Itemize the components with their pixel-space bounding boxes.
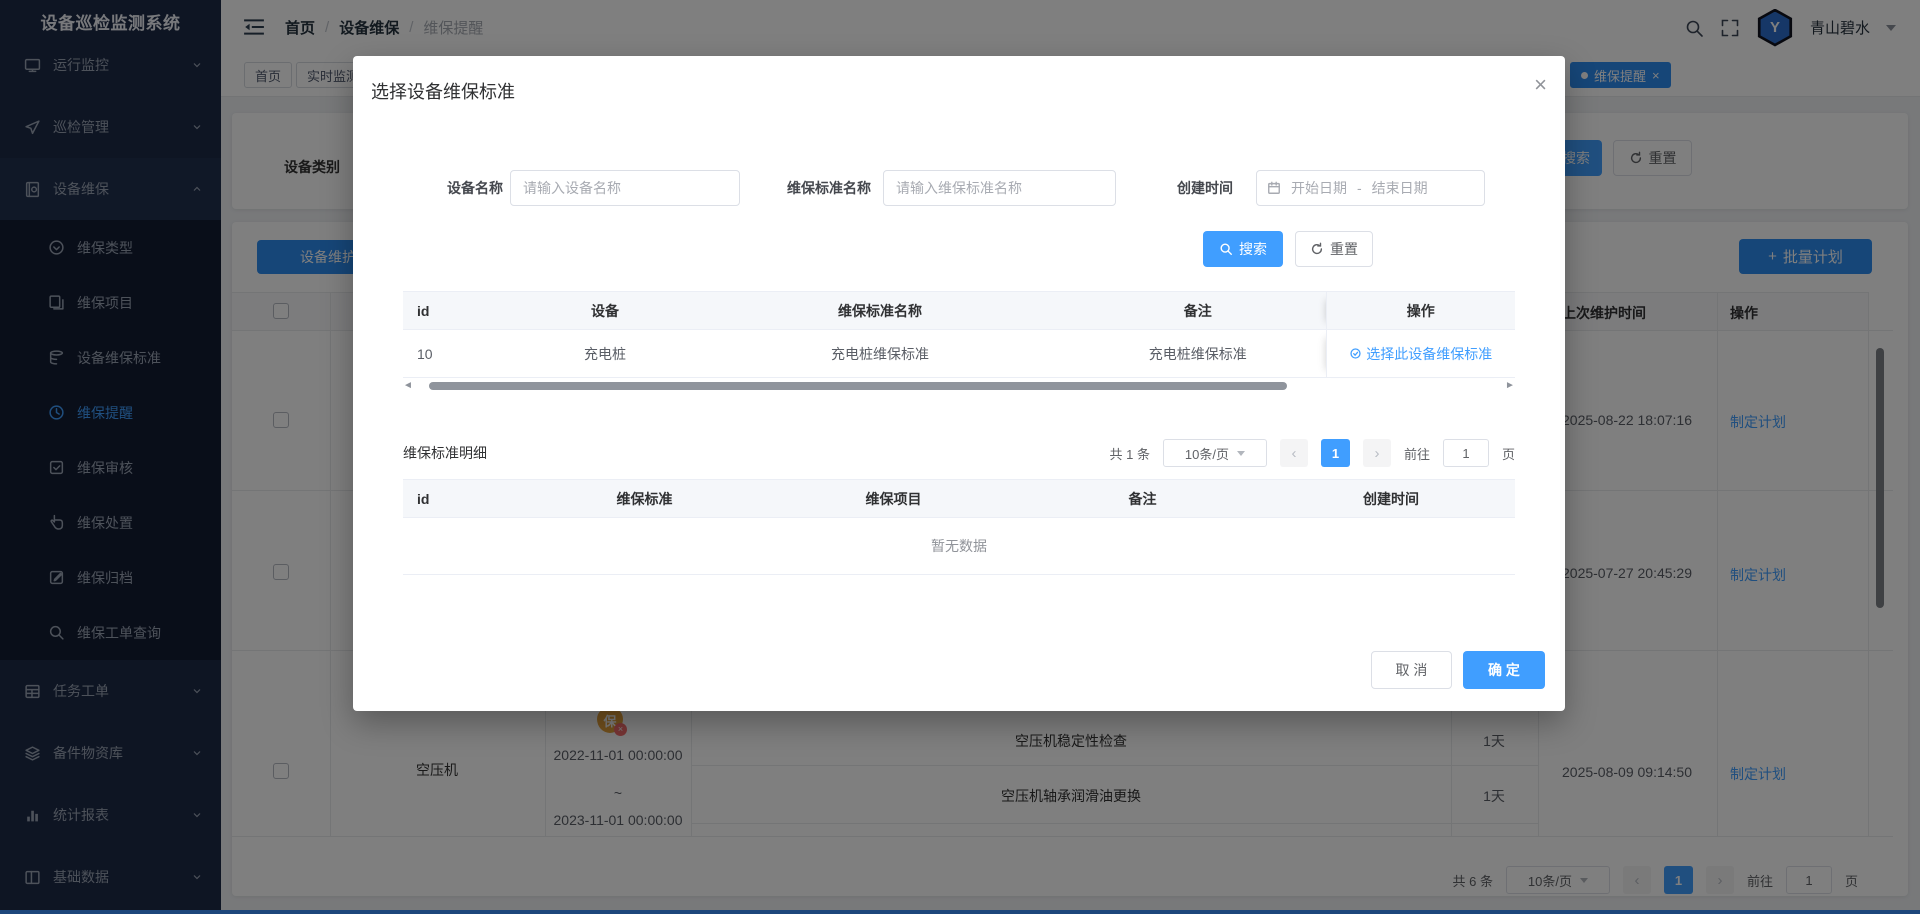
total-count: 共 1 条 bbox=[1110, 444, 1150, 463]
scroll-left-icon[interactable]: ◄ bbox=[403, 379, 413, 393]
horizontal-scrollbar[interactable]: ◄ ► bbox=[403, 379, 1515, 393]
col-create-time: 创建时间 bbox=[1267, 480, 1515, 518]
empty-placeholder: 暂无数据 bbox=[403, 517, 1515, 575]
col-action: 操作 bbox=[1326, 292, 1515, 330]
select-standard-dialog: 选择设备维保标准 × 设备名称 维保标准名称 创建时间 开始日期 - 结束日期 … bbox=[353, 56, 1565, 711]
standards-table: id 设备 维保标准名称 备注 操作 10 充电桩 充电桩维保标准 充电桩维保标… bbox=[403, 291, 1515, 378]
button-label: 搜索 bbox=[1239, 239, 1267, 259]
dialog-title: 选择设备维保标准 bbox=[371, 78, 515, 104]
page-size-value: 10条/页 bbox=[1185, 444, 1229, 463]
col-standard: 维保标准 bbox=[520, 480, 769, 518]
cell-device: 充电桩 bbox=[520, 330, 690, 378]
detail-title: 维保标准明细 bbox=[403, 443, 487, 463]
select-standard-link[interactable]: 选择此设备维保标准 bbox=[1349, 344, 1492, 364]
col-project: 维保项目 bbox=[769, 480, 1018, 518]
col-id: id bbox=[403, 480, 520, 518]
table-header-row: id 设备 维保标准名称 备注 操作 bbox=[403, 292, 1515, 330]
dialog-close-icon[interactable]: × bbox=[1534, 74, 1547, 96]
prev-page-button[interactable]: ‹ bbox=[1280, 439, 1308, 467]
table-header-row: id 维保标准 维保项目 备注 创建时间 bbox=[403, 480, 1515, 518]
modal-pagination: 共 1 条 10条/页 ‹ 1 › 前往 页 bbox=[1110, 439, 1516, 467]
scroll-right-icon[interactable]: ► bbox=[1505, 379, 1515, 393]
refresh-icon bbox=[1310, 242, 1324, 256]
standard-name-input[interactable] bbox=[883, 170, 1116, 206]
date-separator: - bbox=[1357, 180, 1362, 196]
create-time-range-picker[interactable]: 开始日期 - 结束日期 bbox=[1256, 170, 1485, 206]
current-page-button[interactable]: 1 bbox=[1321, 439, 1350, 467]
cell-remark: 充电桩维保标准 bbox=[1070, 330, 1326, 378]
end-date-placeholder: 结束日期 bbox=[1372, 178, 1428, 198]
goto-label: 前往 bbox=[1404, 444, 1430, 463]
cell-standard-name: 充电桩维保标准 bbox=[690, 330, 1070, 378]
standard-name-label: 维保标准名称 bbox=[751, 170, 871, 206]
select-caret-icon bbox=[1237, 451, 1245, 456]
page-unit-label: 页 bbox=[1502, 444, 1515, 463]
scrollbar-track[interactable] bbox=[413, 379, 1505, 393]
col-remark: 备注 bbox=[1018, 480, 1267, 518]
create-time-label: 创建时间 bbox=[1113, 170, 1233, 206]
confirm-button[interactable]: 确 定 bbox=[1463, 651, 1545, 689]
col-id: id bbox=[403, 292, 520, 330]
link-circle-icon bbox=[1349, 347, 1362, 360]
link-label: 选择此设备维保标准 bbox=[1366, 344, 1492, 364]
calendar-icon bbox=[1267, 181, 1281, 195]
search-icon bbox=[1219, 242, 1233, 256]
modal-reset-button[interactable]: 重置 bbox=[1295, 231, 1373, 267]
modal-search-button[interactable]: 搜索 bbox=[1203, 231, 1283, 267]
detail-table: id 维保标准 维保项目 备注 创建时间 bbox=[403, 479, 1515, 518]
button-label: 重置 bbox=[1330, 239, 1358, 259]
cancel-button[interactable]: 取 消 bbox=[1371, 651, 1452, 689]
dialog-footer: 取 消 确 定 bbox=[1371, 651, 1545, 689]
horizontal-scrollbar-thumb[interactable] bbox=[429, 382, 1287, 390]
detail-section-header: 维保标准明细 共 1 条 10条/页 ‹ 1 › 前往 页 bbox=[403, 436, 1515, 470]
page-size-select[interactable]: 10条/页 bbox=[1163, 439, 1267, 467]
cell-id: 10 bbox=[403, 330, 520, 378]
start-date-placeholder: 开始日期 bbox=[1291, 178, 1347, 198]
table-row[interactable]: 10 充电桩 充电桩维保标准 充电桩维保标准 选择此设备维保标准 bbox=[403, 330, 1515, 378]
goto-page-input[interactable] bbox=[1443, 439, 1489, 467]
col-remark: 备注 bbox=[1070, 292, 1326, 330]
next-page-button[interactable]: › bbox=[1363, 439, 1391, 467]
device-name-label: 设备名称 bbox=[383, 170, 503, 206]
col-standard-name: 维保标准名称 bbox=[690, 292, 1070, 330]
app-root: 设备巡检监测系统 运行监控 巡检管理 设备维保 维保类型 bbox=[0, 0, 1920, 914]
device-name-input[interactable] bbox=[510, 170, 740, 206]
col-device: 设备 bbox=[520, 292, 690, 330]
